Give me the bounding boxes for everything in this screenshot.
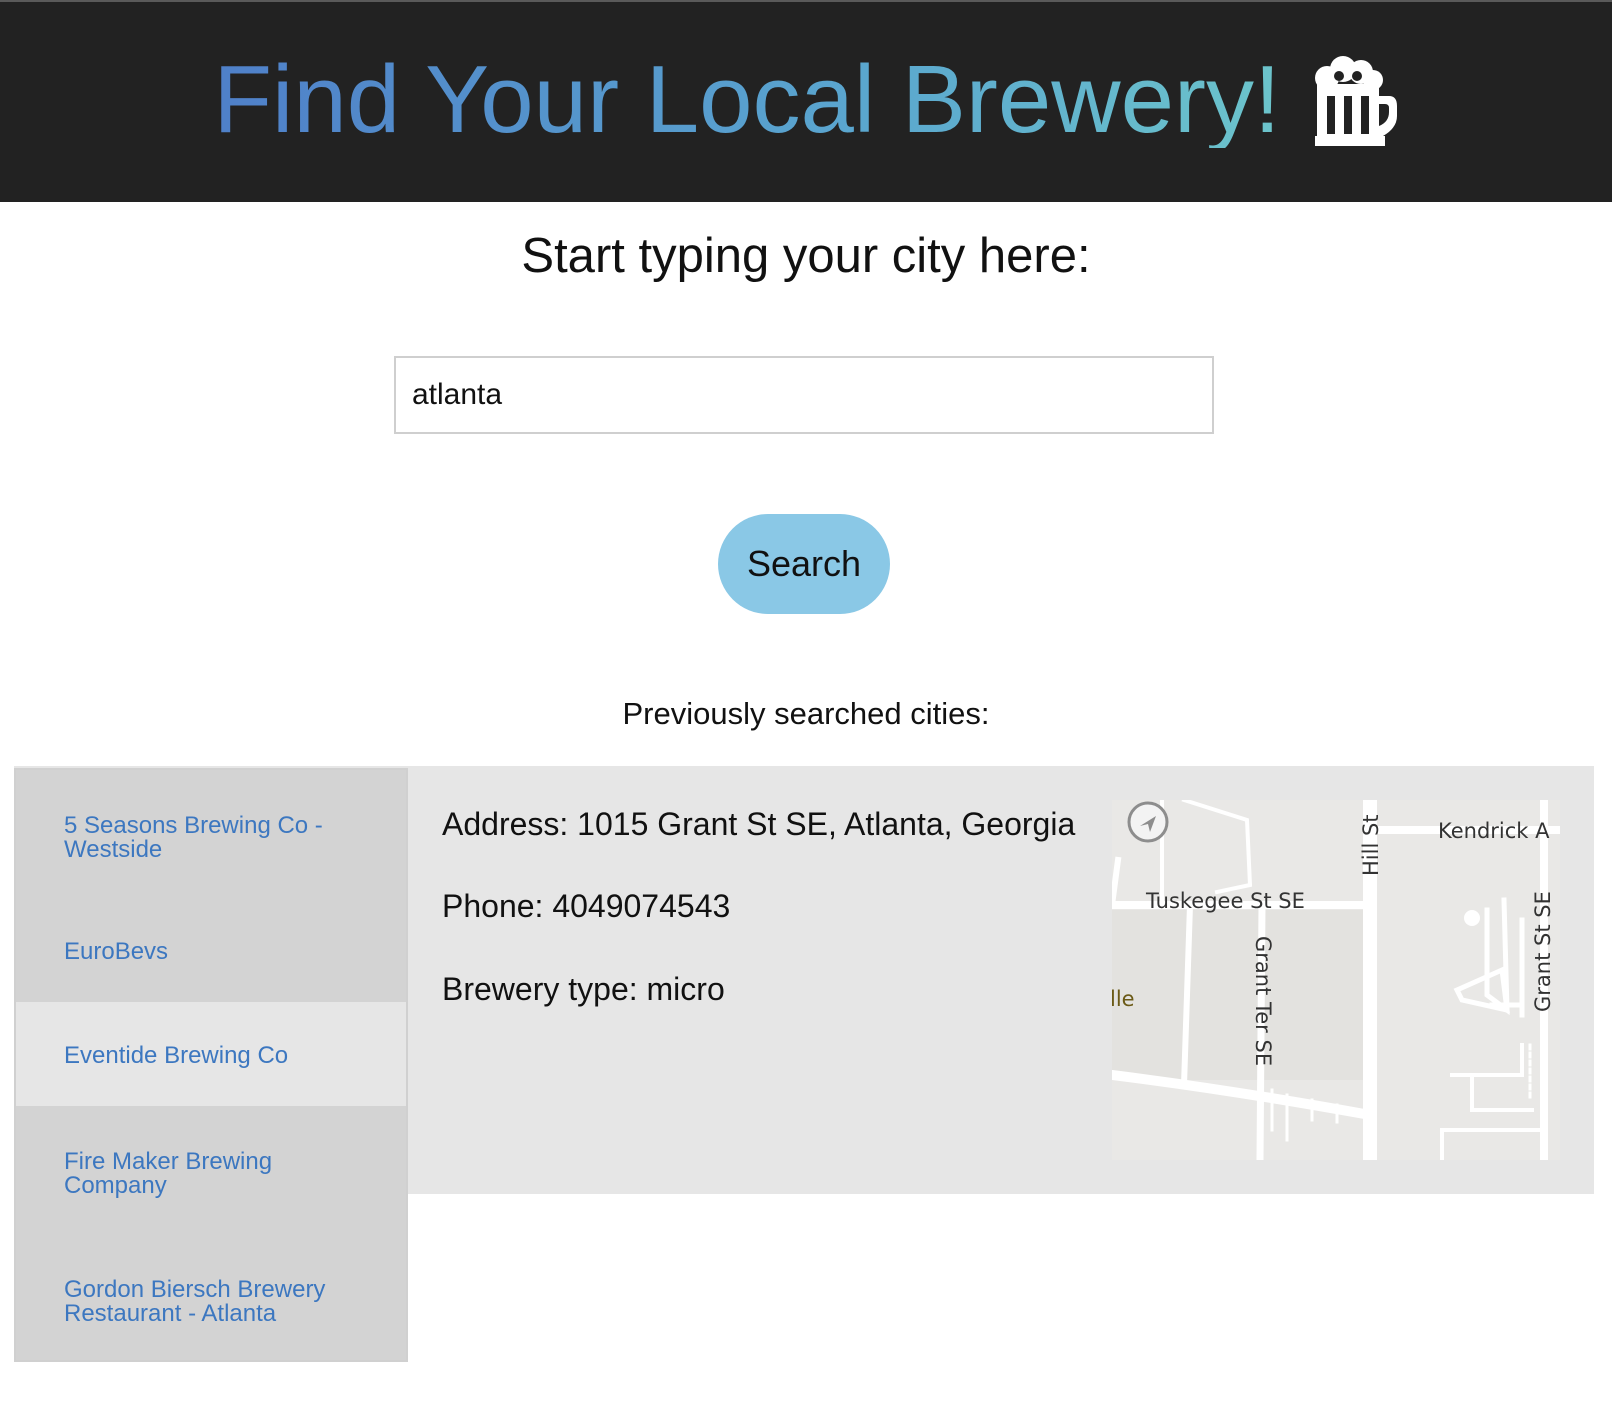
- site-header: Find Your Local Brewery!: [0, 2, 1612, 202]
- city-search-input[interactable]: [394, 356, 1214, 434]
- brewery-type: Brewery type: micro: [442, 971, 725, 1007]
- brewery-list-item-selected[interactable]: Eventide Brewing Co: [16, 1002, 406, 1106]
- map-street-label: Tuskegee St SE: [1145, 889, 1305, 913]
- brewery-name: EuroBevs: [64, 938, 169, 965]
- map-place-label: lle: [1112, 987, 1135, 1011]
- brewery-list: 5 Seasons Brewing Co - Westside EuroBevs…: [14, 768, 408, 1362]
- brewery-phone: Phone: 4049074543: [442, 888, 731, 924]
- brewery-name: 5 Seasons Brewing Co - Westside: [64, 812, 323, 863]
- brewery-list-item[interactable]: Gordon Biersch Brewery Restaurant - Atla…: [16, 1278, 406, 1326]
- brewery-name: Eventide Brewing Co: [64, 1042, 289, 1069]
- map-location-icon: [1127, 801, 1169, 843]
- map-street-label: Hill St: [1359, 814, 1383, 876]
- beer-mug-icon: [1311, 56, 1399, 148]
- brewery-list-item[interactable]: EuroBevs: [16, 940, 406, 964]
- page-title: Find Your Local Brewery!: [213, 46, 1281, 153]
- brewery-name: Fire Maker Brewing Company: [64, 1148, 273, 1199]
- map-street-label: Kendrick A: [1438, 819, 1550, 843]
- brewery-list-item[interactable]: Fire Maker Brewing Company: [16, 1150, 406, 1198]
- search-button[interactable]: Search: [718, 514, 890, 614]
- previous-searches-label: Previously searched cities:: [622, 696, 990, 731]
- search-prompt: Start typing your city here:: [521, 229, 1091, 283]
- brewery-list-item[interactable]: 5 Seasons Brewing Co - Westside: [16, 814, 406, 862]
- brewery-name: Gordon Biersch Brewery Restaurant - Atla…: [64, 1276, 326, 1327]
- brewery-map[interactable]: Tuskegee St SE Grant Ter SE Hill St Kend…: [1112, 800, 1560, 1160]
- brewery-address: Address: 1015 Grant St SE, Atlanta, Geor…: [442, 806, 1076, 842]
- map-street-label: Grant Ter SE: [1251, 936, 1275, 1066]
- map-street-label: Grant St SE: [1531, 891, 1555, 1012]
